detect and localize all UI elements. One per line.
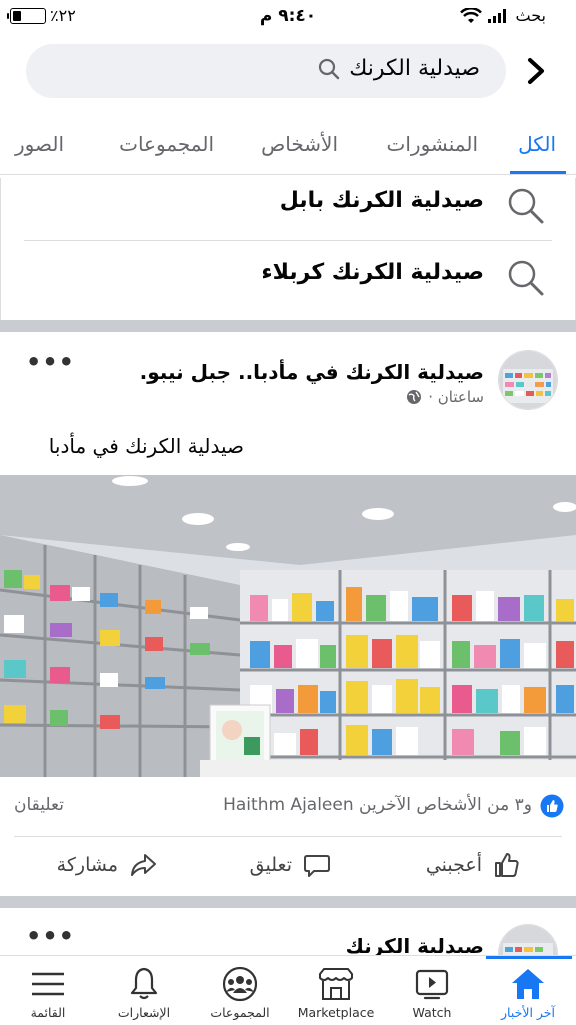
battery-icon [7, 7, 46, 24]
suggestion-label: صيدلية الكرنك كربلاء [261, 260, 484, 285]
nav-watch[interactable]: Watch [384, 956, 480, 1025]
like-label: أعجبني [425, 854, 482, 876]
home-icon [512, 969, 544, 999]
tab-photos[interactable]: الصور [15, 132, 64, 156]
search-icon [319, 58, 340, 79]
suggestion-label: صيدلية الكرنك بابل [279, 188, 484, 213]
like-reaction-icon [540, 794, 564, 818]
reactions-summary[interactable]: Haithm Ajaleen و٣ من الأشخاص الآخرين [223, 795, 532, 815]
tab-people[interactable]: الأشخاص [261, 132, 338, 156]
post-photo[interactable] [0, 475, 576, 777]
tab-groups[interactable]: المجموعات [119, 132, 214, 156]
reactions-row: Haithm Ajaleen و٣ من الأشخاص الآخرين تعل… [0, 790, 576, 824]
search-bar[interactable]: صيدلية الكرنك [26, 44, 506, 98]
nav-label: Marketplace [297, 1005, 375, 1020]
nav-news-feed[interactable]: آخر الأخبار [480, 956, 576, 1025]
groups-icon [222, 966, 258, 1002]
watch-icon [415, 969, 449, 1000]
page-avatar[interactable] [498, 350, 558, 410]
nav-label: المجموعات [210, 1005, 270, 1020]
battery-percent: ٪٢٢ [50, 6, 76, 25]
left-border [0, 178, 1, 320]
status-time: ٩:٤٠ م [259, 6, 317, 26]
bell-icon [130, 967, 158, 1000]
post-text: صيدلية الكرنك في مأدبا [48, 434, 244, 458]
tab-all[interactable]: الكل [518, 132, 556, 156]
nav-marketplace[interactable]: Marketplace [288, 956, 384, 1025]
nav-menu[interactable]: القائمة [0, 956, 96, 1025]
comment-button[interactable]: تعليق [250, 850, 332, 880]
section-separator [0, 896, 576, 908]
globe-icon [407, 390, 422, 404]
post-page-name[interactable]: صيدلية الكرنك في مأدبا.. جبل نيبو. [140, 360, 484, 384]
tab-posts[interactable]: المنشورات [387, 132, 478, 156]
search-icon [508, 188, 544, 224]
search-icon [508, 260, 544, 296]
nav-label: الإشعارات [117, 1005, 171, 1020]
suggestion-divider [24, 240, 552, 241]
bottom-navigation: آخر الأخبار Watch Marketplace المجموعات … [0, 955, 576, 1025]
thumbs-up-icon [495, 853, 519, 877]
nav-notifications[interactable]: الإشعارات [96, 956, 192, 1025]
suggestion-item[interactable]: صيدلية الكرنك كربلاء [0, 242, 576, 312]
share-icon [131, 854, 156, 876]
search-query[interactable]: صيدلية الكرنك [349, 56, 480, 81]
filter-tabs: الكل المنشورات الأشخاص المجموعات الصور [0, 122, 576, 174]
menu-icon [32, 972, 64, 996]
nav-label: القائمة [30, 1005, 66, 1020]
nav-label: آخر الأخبار [500, 1005, 556, 1020]
more-options-icon[interactable]: ••• [26, 922, 75, 950]
share-button[interactable]: مشاركة [57, 850, 158, 880]
actions-divider [14, 836, 562, 837]
like-button[interactable]: أعجبني [426, 850, 522, 880]
pharmacy-avatar-image [499, 351, 557, 409]
comment-icon [304, 855, 330, 877]
battery-status: ٪٢٢ [7, 6, 76, 25]
nav-label: Watch [412, 1005, 452, 1020]
post-time: ساعتان · [428, 388, 484, 406]
status-bar: بحث ٩:٤٠ م ٪٢٢ [0, 0, 576, 36]
marketplace-icon [319, 968, 353, 1000]
suggestion-item[interactable]: صيدلية الكرنك بابل [0, 170, 576, 240]
comment-label: تعليق [249, 854, 292, 876]
share-label: مشاركة [56, 854, 118, 876]
pharmacy-shelves-image [0, 475, 576, 777]
section-separator [0, 320, 576, 332]
post-meta: ساعتان · [406, 388, 484, 406]
nav-groups[interactable]: المجموعات [192, 956, 288, 1025]
more-options-icon[interactable]: ••• [26, 348, 75, 376]
comments-count[interactable]: تعليقان [14, 795, 64, 815]
back-arrow-icon[interactable] [522, 54, 552, 88]
